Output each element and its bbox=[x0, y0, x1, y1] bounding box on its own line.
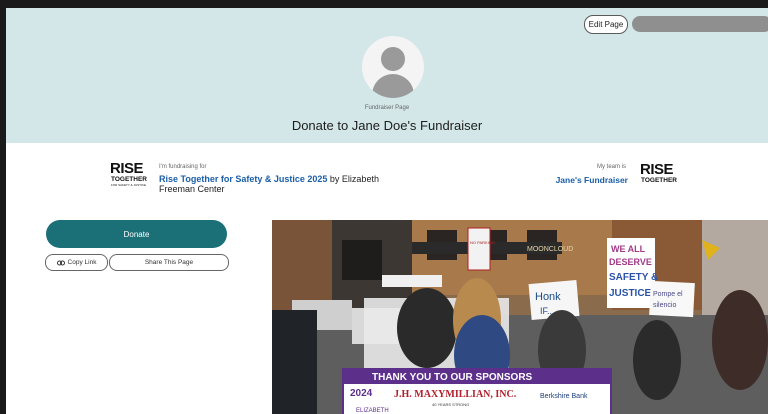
copy-link-label: Copy Link bbox=[67, 259, 97, 266]
donate-button[interactable]: Donate bbox=[46, 220, 227, 248]
march-photo-illustration: MOONCLOUD NO PARKING WE ALL DESERVE SAFE… bbox=[272, 220, 768, 414]
avatar-head-shape bbox=[381, 47, 405, 71]
banner-sponsor-2: Berkshire Bank bbox=[540, 393, 588, 400]
logo-line-2: TOGETHER bbox=[111, 176, 147, 183]
link-icon bbox=[56, 260, 65, 265]
edit-page-button[interactable]: Edit Page bbox=[584, 15, 628, 34]
banner-bottom-text: ELIZABETH bbox=[356, 408, 389, 414]
sign-silencio: silencio bbox=[653, 302, 676, 309]
account-menu-bar[interactable] bbox=[632, 16, 768, 32]
campaign-link[interactable]: Rise Together for Safety & Justice 2025 bbox=[159, 174, 327, 184]
fundraiser-page: Edit Page Fundraiser Page Donate to Jane… bbox=[6, 8, 768, 414]
logo-line-1: RISE bbox=[110, 160, 144, 177]
team-logo-line-2: TOGETHER bbox=[641, 177, 677, 184]
store-sign-text: MOONCLOUD bbox=[527, 246, 573, 253]
banner-sponsor-1-sub: 40 YEARS STRONG bbox=[432, 402, 469, 407]
team-logo-line-1: RISE bbox=[640, 161, 674, 178]
avatar bbox=[362, 36, 424, 98]
page-type-label: Fundraiser Page bbox=[364, 105, 410, 111]
copy-link-button[interactable]: Copy Link bbox=[45, 254, 108, 271]
banner-title: THANK YOU TO OUR SPONSORS bbox=[372, 372, 533, 383]
campaign-info: Rise Together for Safety & Justice 2025 … bbox=[159, 174, 399, 194]
banner-sponsor-1: J.H. MAXYMILLIAN, INC. bbox=[394, 389, 517, 400]
sign-safety: SAFETY & bbox=[609, 272, 658, 283]
rise-together-logo: RISE TOGETHER FOR SAFETY & JUSTICE bbox=[110, 161, 154, 191]
team-link[interactable]: Jane's Fundraiser bbox=[546, 175, 628, 185]
page-header: Edit Page Fundraiser Page Donate to Jane… bbox=[6, 8, 768, 143]
sign-pompe: Pompe el bbox=[653, 291, 683, 298]
sign-honk: Honk bbox=[535, 291, 561, 303]
share-page-button[interactable]: Share This Page bbox=[109, 254, 229, 271]
my-team-label: My team is bbox=[596, 164, 626, 170]
banner-year: 2024 bbox=[350, 388, 373, 399]
team-logo: RISE TOGETHER bbox=[640, 162, 684, 192]
avatar-body-shape bbox=[372, 74, 414, 98]
sign-honk-line2: IF.. bbox=[540, 306, 552, 316]
logo-line-3: FOR SAFETY & JUSTICE bbox=[111, 183, 146, 187]
sign-justice: JUSTICE bbox=[609, 288, 652, 299]
sign-deserve: DESERVE bbox=[609, 257, 652, 267]
fundraiser-photo: MOONCLOUD NO PARKING WE ALL DESERVE SAFE… bbox=[272, 220, 768, 414]
fundraising-for-label: I'm fundraising for bbox=[159, 164, 207, 170]
sign-we-all: WE ALL bbox=[611, 244, 646, 254]
page-title: Donate to Jane Doe's Fundraiser bbox=[291, 118, 483, 133]
no-parking-sign: NO PARKING bbox=[470, 240, 495, 245]
